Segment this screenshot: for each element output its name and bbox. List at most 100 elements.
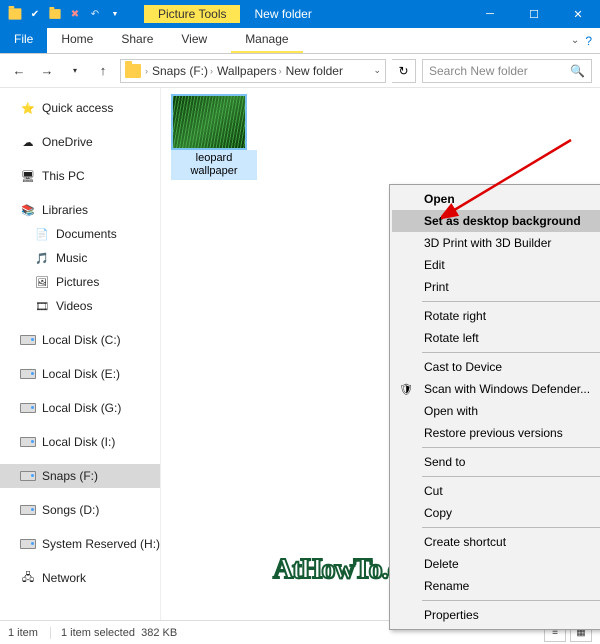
qat-undo-icon[interactable]: ↶ [86, 5, 104, 23]
file-item-leopard-wallpaper[interactable]: leopardwallpaper [171, 94, 257, 180]
minimize-button[interactable]: ─ [468, 0, 512, 28]
sidebar-item-onedrive[interactable]: ☁OneDrive [0, 130, 160, 154]
music-icon: 🎵 [34, 250, 50, 266]
menu-separator [422, 476, 600, 477]
pictures-icon: 🖼 [34, 274, 50, 290]
menu-3d-print[interactable]: 3D Print with 3D Builder [392, 232, 600, 254]
qat-folder-icon[interactable] [6, 5, 24, 23]
breadcrumb[interactable]: New folder [286, 64, 343, 78]
drive-icon [20, 366, 36, 382]
sidebar-item-pictures[interactable]: 🖼Pictures [0, 270, 160, 294]
close-button[interactable]: ✕ [556, 0, 600, 28]
document-icon: 📄 [34, 226, 50, 242]
qat-pin-icon[interactable] [46, 5, 64, 23]
folder-icon [125, 64, 141, 78]
explorer-body: ⭐Quick access ☁OneDrive 🖥This PC 📚Librar… [0, 88, 600, 620]
menu-cast-to-device[interactable]: Cast to Device› [392, 356, 600, 378]
menu-rotate-left[interactable]: Rotate left [392, 327, 600, 349]
libraries-icon: 📚 [20, 202, 36, 218]
recent-dropdown[interactable]: ▾ [64, 60, 86, 82]
sidebar-item-disk-i[interactable]: Local Disk (I:) [0, 430, 160, 454]
menu-separator [422, 527, 600, 528]
tab-home[interactable]: Home [47, 28, 107, 53]
up-button[interactable]: ↑ [92, 60, 114, 82]
help-icon[interactable]: ? [585, 34, 592, 48]
forward-button[interactable]: → [36, 60, 58, 82]
sidebar-item-songs[interactable]: Songs (D:) [0, 498, 160, 522]
drive-icon [20, 332, 36, 348]
sidebar-item-videos[interactable]: 🎞Videos [0, 294, 160, 318]
menu-edit[interactable]: Edit [392, 254, 600, 276]
navigation-pane: ⭐Quick access ☁OneDrive 🖥This PC 📚Librar… [0, 88, 160, 620]
file-label: leopardwallpaper [171, 150, 257, 180]
sidebar-item-disk-g[interactable]: Local Disk (G:) [0, 396, 160, 420]
videos-icon: 🎞 [34, 298, 50, 314]
breadcrumb[interactable]: Snaps (F:) › [152, 64, 213, 78]
drive-icon [20, 536, 36, 552]
sidebar-item-this-pc[interactable]: 🖥This PC [0, 164, 160, 188]
menu-open-with[interactable]: Open with› [392, 400, 600, 422]
sidebar-item-documents[interactable]: 📄Documents [0, 222, 160, 246]
menu-set-desktop-background[interactable]: Set as desktop background [392, 210, 600, 232]
sidebar-item-network[interactable]: 🖧Network [0, 566, 160, 590]
address-bar[interactable]: › Snaps (F:) › Wallpapers › New folder ⌄ [120, 59, 386, 83]
sidebar-item-disk-c[interactable]: Local Disk (C:) [0, 328, 160, 352]
drive-icon [20, 502, 36, 518]
menu-open[interactable]: Open [392, 188, 600, 210]
sidebar-item-snaps[interactable]: Snaps (F:) [0, 464, 160, 488]
menu-rename[interactable]: Rename [392, 575, 600, 597]
ribbon-chevron-icon[interactable]: ⌄ [571, 35, 579, 46]
menu-print[interactable]: Print [392, 276, 600, 298]
menu-cut[interactable]: Cut [392, 480, 600, 502]
sidebar-item-quick-access[interactable]: ⭐Quick access [0, 96, 160, 120]
sidebar-item-libraries[interactable]: 📚Libraries [0, 198, 160, 222]
status-selected: 1 item selected 382 KB [61, 627, 177, 639]
tab-view[interactable]: View [167, 28, 221, 53]
menu-copy[interactable]: Copy [392, 502, 600, 524]
menu-rotate-right[interactable]: Rotate right [392, 305, 600, 327]
picture-tools-tab[interactable]: Picture Tools [144, 5, 240, 23]
search-icon: 🔍 [570, 64, 585, 78]
search-input[interactable]: Search New folder 🔍 [422, 59, 592, 83]
context-menu: Open Set as desktop background 3D Print … [389, 184, 600, 630]
network-icon: 🖧 [20, 570, 36, 586]
menu-properties[interactable]: Properties [392, 604, 600, 626]
sidebar-item-disk-e[interactable]: Local Disk (E:) [0, 362, 160, 386]
window-title: New folder [254, 7, 311, 21]
drive-icon [20, 400, 36, 416]
file-thumbnail [171, 94, 247, 150]
tab-share[interactable]: Share [107, 28, 167, 53]
menu-restore-versions[interactable]: Restore previous versions [392, 422, 600, 444]
pc-icon: 🖥 [20, 168, 36, 184]
sidebar-item-system-reserved[interactable]: System Reserved (H:) [0, 532, 160, 556]
tab-file[interactable]: File [0, 28, 47, 53]
quick-access-toolbar: ✔ ✖ ↶ ▼ [0, 5, 124, 23]
breadcrumb[interactable]: Wallpapers › [217, 64, 282, 78]
titlebar: ✔ ✖ ↶ ▼ Picture Tools New folder ─ ☐ ✕ [0, 0, 600, 28]
qat-check-icon[interactable]: ✔ [26, 5, 44, 23]
menu-delete[interactable]: Delete [392, 553, 600, 575]
cloud-icon: ☁ [20, 134, 36, 150]
drive-icon [20, 434, 36, 450]
sidebar-item-music[interactable]: 🎵Music [0, 246, 160, 270]
shield-icon: 🛡 [398, 383, 414, 396]
maximize-button[interactable]: ☐ [512, 0, 556, 28]
menu-separator [422, 600, 600, 601]
menu-separator [422, 352, 600, 353]
menu-create-shortcut[interactable]: Create shortcut [392, 531, 600, 553]
drive-icon [20, 468, 36, 484]
menu-separator [422, 301, 600, 302]
content-pane[interactable]: leopardwallpaper Open Set as desktop bac… [160, 88, 600, 620]
window-controls: ─ ☐ ✕ [468, 0, 600, 28]
search-placeholder: Search New folder [429, 64, 528, 78]
menu-scan-defender[interactable]: 🛡Scan with Windows Defender... [392, 378, 600, 400]
qat-delete-icon[interactable]: ✖ [66, 5, 84, 23]
menu-send-to[interactable]: Send to› [392, 451, 600, 473]
tab-manage[interactable]: Manage [231, 28, 302, 53]
qat-dropdown-icon[interactable]: ▼ [106, 5, 124, 23]
back-button[interactable]: ← [8, 60, 30, 82]
addr-dropdown-icon[interactable]: ⌄ [373, 65, 381, 76]
address-row: ← → ▾ ↑ › Snaps (F:) › Wallpapers › New … [0, 54, 600, 88]
star-icon: ⭐ [20, 100, 36, 116]
refresh-button[interactable]: ↻ [392, 59, 416, 83]
